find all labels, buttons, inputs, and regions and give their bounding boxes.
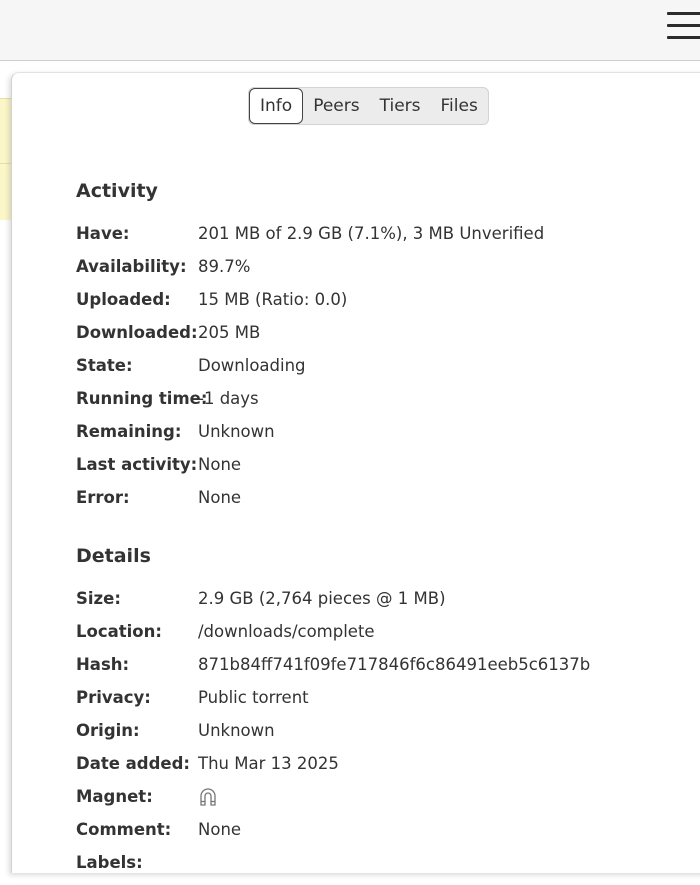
details-row-comment: Comment: None bbox=[76, 819, 696, 852]
last-activity-label: Last activity: bbox=[76, 455, 198, 474]
last-activity-value: None bbox=[198, 455, 242, 474]
date-added-label: Date added: bbox=[76, 754, 191, 773]
activity-row-error: Error: None bbox=[76, 487, 696, 520]
state-label: State: bbox=[76, 356, 133, 375]
details-list: Size: 2.9 GB (2,764 pieces @ 1 MB) Locat… bbox=[76, 588, 696, 885]
uploaded-label: Uploaded: bbox=[76, 290, 171, 309]
menu-line bbox=[667, 24, 700, 27]
inspector-panel: Info Peers Tiers Files Activity Have: 20… bbox=[11, 72, 700, 873]
magnet-label: Magnet: bbox=[76, 787, 153, 806]
activity-row-have: Have: 201 MB of 2.9 GB (7.1%), 3 MB Unve… bbox=[76, 223, 696, 256]
activity-heading: Activity bbox=[76, 180, 158, 202]
downloaded-label: Downloaded: bbox=[76, 323, 198, 342]
have-value: 201 MB of 2.9 GB (7.1%), 3 MB Unverified bbox=[198, 224, 545, 243]
error-value: None bbox=[198, 488, 242, 507]
size-value: 2.9 GB (2,764 pieces @ 1 MB) bbox=[198, 589, 446, 608]
comment-label: Comment: bbox=[76, 820, 172, 839]
activity-row-running-time: Running time: -1 days bbox=[76, 388, 696, 421]
details-row-size: Size: 2.9 GB (2,764 pieces @ 1 MB) bbox=[76, 588, 696, 621]
privacy-label: Privacy: bbox=[76, 688, 151, 707]
have-label: Have: bbox=[76, 224, 130, 243]
location-label: Location: bbox=[76, 622, 162, 641]
details-row-location: Location: /downloads/complete bbox=[76, 621, 696, 654]
date-added-value: Thu Mar 13 2025 bbox=[198, 754, 339, 773]
tab-files[interactable]: Files bbox=[431, 88, 488, 124]
running-time-value: -1 days bbox=[198, 389, 259, 408]
origin-value: Unknown bbox=[198, 721, 275, 740]
uploaded-value: 15 MB (Ratio: 0.0) bbox=[198, 290, 348, 309]
details-row-labels: Labels: bbox=[76, 852, 696, 885]
availability-value: 89.7% bbox=[198, 257, 251, 276]
hash-label: Hash: bbox=[76, 655, 130, 674]
size-label: Size: bbox=[76, 589, 121, 608]
details-row-origin: Origin: Unknown bbox=[76, 720, 696, 753]
details-row-hash: Hash: 871b84ff741f09fe717846f6c86491eeb5… bbox=[76, 654, 696, 687]
running-time-label: Running time: bbox=[76, 389, 208, 408]
inspector-tabs: Info Peers Tiers Files bbox=[248, 87, 489, 125]
menu-line bbox=[667, 36, 700, 39]
availability-label: Availability: bbox=[76, 257, 187, 276]
details-row-magnet: Magnet: bbox=[76, 786, 696, 819]
menu-line bbox=[667, 12, 700, 15]
comment-value: None bbox=[198, 820, 242, 839]
activity-list: Have: 201 MB of 2.9 GB (7.1%), 3 MB Unve… bbox=[76, 223, 696, 520]
details-heading: Details bbox=[76, 545, 151, 567]
activity-row-downloaded: Downloaded: 205 MB bbox=[76, 322, 696, 355]
activity-row-last-activity: Last activity: None bbox=[76, 454, 696, 487]
tab-tiers[interactable]: Tiers bbox=[370, 88, 431, 124]
activity-row-remaining: Remaining: Unknown bbox=[76, 421, 696, 454]
origin-label: Origin: bbox=[76, 721, 140, 740]
magnet-value bbox=[198, 786, 218, 819]
state-value: Downloading bbox=[198, 356, 306, 375]
activity-row-state: State: Downloading bbox=[76, 355, 696, 388]
hash-value: 871b84ff741f09fe717846f6c86491eeb5c6137b bbox=[198, 655, 591, 674]
magnet-icon[interactable] bbox=[198, 787, 218, 807]
error-label: Error: bbox=[76, 488, 130, 507]
details-row-privacy: Privacy: Public torrent bbox=[76, 687, 696, 720]
activity-row-availability: Availability: 89.7% bbox=[76, 256, 696, 289]
downloaded-value: 205 MB bbox=[198, 323, 261, 342]
remaining-label: Remaining: bbox=[76, 422, 182, 441]
tab-peers[interactable]: Peers bbox=[303, 88, 369, 124]
activity-row-uploaded: Uploaded: 15 MB (Ratio: 0.0) bbox=[76, 289, 696, 322]
app-toolbar bbox=[0, 0, 700, 61]
details-row-date-added: Date added: Thu Mar 13 2025 bbox=[76, 753, 696, 786]
location-value: /downloads/complete bbox=[198, 622, 375, 641]
privacy-value: Public torrent bbox=[198, 688, 309, 707]
remaining-value: Unknown bbox=[198, 422, 275, 441]
tab-info[interactable]: Info bbox=[249, 88, 304, 124]
hamburger-menu-icon[interactable] bbox=[664, 8, 700, 44]
labels-label: Labels: bbox=[76, 853, 143, 872]
